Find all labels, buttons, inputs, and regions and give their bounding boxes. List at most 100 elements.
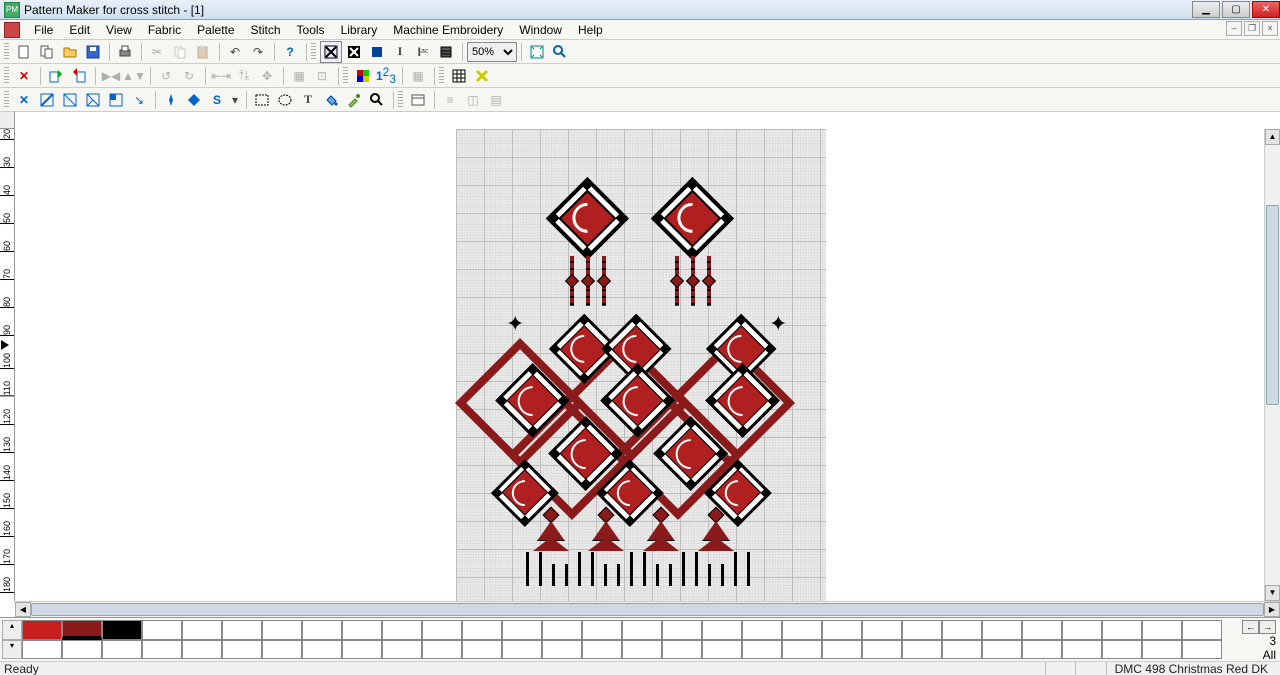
grid-highlight-button[interactable] [471,65,493,87]
scroll-left-button[interactable]: ◀ [15,602,31,617]
palette-color-23[interactable] [942,620,982,640]
palette-prev-button[interactable]: ← [1242,620,1259,634]
scroll-down-button[interactable]: ▼ [1265,585,1280,601]
menu-stitch[interactable]: Stitch [243,21,289,39]
palette-empty-4[interactable] [182,640,222,660]
palette-color-11[interactable] [462,620,502,640]
grid2-button[interactable]: ▦ [407,65,429,87]
palette-empty-3[interactable] [142,640,182,660]
palette-empty-1[interactable] [62,640,102,660]
palette-empty-27[interactable] [1102,640,1142,660]
grid-toggle-button[interactable] [448,65,470,87]
close-button[interactable]: ✕ [1252,1,1280,18]
solid-view-button[interactable] [366,41,388,63]
three-quarter-button[interactable] [82,89,104,111]
palette-color-5[interactable] [222,620,262,640]
half-stitch-button[interactable] [36,89,58,111]
menu-window[interactable]: Window [511,21,570,39]
center-h-button[interactable]: ⇤⇥ [210,65,232,87]
color-palette-button[interactable] [352,65,374,87]
palette-color-21[interactable] [862,620,902,640]
mdi-minimize-button[interactable]: – [1226,21,1242,36]
fill-tool-button[interactable] [320,89,342,111]
toolbar-grip[interactable] [311,43,316,61]
print-button[interactable] [114,41,136,63]
toolbar-grip[interactable] [439,67,444,85]
select-rect-button[interactable] [251,89,273,111]
palette-color-17[interactable] [702,620,742,640]
palette-color-19[interactable] [782,620,822,640]
new-wizard-button[interactable] [36,41,58,63]
palette-next-button[interactable]: → [1259,620,1276,634]
palette-color-13[interactable] [542,620,582,640]
toolbar-grip[interactable] [398,91,403,109]
split-button[interactable]: ◫ [462,89,484,111]
palette-color-28[interactable] [1142,620,1182,640]
palette-empty-8[interactable] [342,640,382,660]
help-button[interactable]: ? [279,41,301,63]
delete-button[interactable]: ✕ [13,65,35,87]
palette-color-9[interactable] [382,620,422,640]
palette-empty-5[interactable] [222,640,262,660]
palette-empty-2[interactable] [102,640,142,660]
flip-v-button[interactable]: ▲▼ [123,65,145,87]
save-button[interactable] [82,41,104,63]
palette-empty-22[interactable] [902,640,942,660]
scroll-thumb[interactable] [1266,205,1279,405]
pattern-canvas[interactable]: ✦✦ [456,129,826,601]
menu-palette[interactable]: Palette [189,21,242,39]
palette-color-24[interactable] [982,620,1022,640]
palette-color-18[interactable] [742,620,782,640]
scroll-up-button[interactable]: ▲ [1265,129,1280,145]
palette-empty-23[interactable] [942,640,982,660]
vertical-scrollbar[interactable]: ▲ ▼ [1264,129,1280,601]
menu-edit[interactable]: Edit [61,21,98,39]
palette-empty-12[interactable] [502,640,542,660]
select-lasso-button[interactable] [274,89,296,111]
center-v-button[interactable]: ⤒⤓ [233,65,255,87]
vertical-ruler[interactable]: 2030405060708090100110120130140150160170… [0,129,15,601]
export-button[interactable] [68,65,90,87]
palette-empty-15[interactable] [622,640,662,660]
zoom-tool-button[interactable] [549,41,571,63]
palette-color-6[interactable] [262,620,302,640]
palette-empty-26[interactable] [1062,640,1102,660]
palette-color-12[interactable] [502,620,542,640]
palette-color-2[interactable] [102,620,142,640]
fit-window-button[interactable] [526,41,548,63]
palette-empty-16[interactable] [662,640,702,660]
palette-color-14[interactable] [582,620,622,640]
palette-color-20[interactable] [822,620,862,640]
crop-button[interactable]: ⊡ [311,65,333,87]
paste-button[interactable] [192,41,214,63]
cut-button[interactable]: ✂ [146,41,168,63]
menu-library[interactable]: Library [333,21,386,39]
layers2-button[interactable]: ▤ [485,89,507,111]
menu-help[interactable]: Help [570,21,611,39]
petite-button[interactable] [105,89,127,111]
text-tool-button[interactable]: T [297,89,319,111]
info-view-button[interactable]: I [389,41,411,63]
french-knot-button[interactable] [160,89,182,111]
symbol-palette-button[interactable]: 123 [375,65,397,87]
palette-empty-24[interactable] [982,640,1022,660]
palette-color-10[interactable] [422,620,462,640]
zoom-button[interactable] [366,89,388,111]
minimize-button[interactable]: ▁ [1192,1,1220,18]
palette-up-button[interactable]: ▴ [2,620,22,640]
toolbar-grip[interactable] [4,67,9,85]
quarter-stitch-button[interactable] [59,89,81,111]
menu-view[interactable]: View [98,21,140,39]
undo-button[interactable]: ↶ [224,41,246,63]
palette-color-4[interactable] [182,620,222,640]
special-stitch-button[interactable]: S [206,89,228,111]
redo-button[interactable]: ↷ [247,41,269,63]
menu-file[interactable]: File [26,21,61,39]
canvas-viewport[interactable]: ✦✦ [15,129,1264,601]
toolbar-grip[interactable] [343,67,348,85]
align-button[interactable]: ▦ [288,65,310,87]
palette-color-7[interactable] [302,620,342,640]
full-stitch-button[interactable]: ✕ [13,89,35,111]
copy-button[interactable] [169,41,191,63]
palette-empty-7[interactable] [302,640,342,660]
